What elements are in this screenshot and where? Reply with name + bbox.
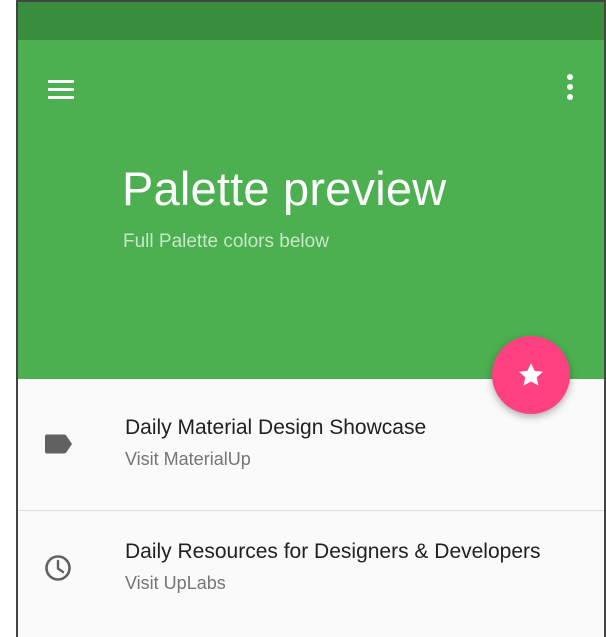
list-item-subtitle: Visit MaterialUp (125, 449, 251, 469)
menu-icon[interactable] (42, 74, 82, 106)
favorite-fab-button[interactable] (492, 336, 570, 414)
star-icon (519, 363, 543, 386)
list-item-title: Daily Material Design Showcase (125, 416, 427, 439)
app-window: Palette preview Full Palette colors belo… (16, 0, 606, 637)
label-icon (45, 434, 72, 454)
app-header: Palette preview Full Palette colors belo… (18, 40, 604, 379)
status-bar (18, 2, 604, 40)
list-item-uplabs[interactable]: Daily Resources for Designers & Develope… (18, 510, 604, 637)
page-subtitle: Full Palette colors below (123, 231, 329, 252)
link-list: Daily Material Design Showcase Visit Mat… (18, 379, 604, 637)
clock-icon (45, 555, 71, 581)
more-vert-icon[interactable] (558, 70, 582, 106)
page-title: Palette preview (122, 162, 447, 215)
list-item-title: Daily Resources for Designers & Develope… (125, 540, 541, 563)
list-item-subtitle: Visit UpLabs (125, 573, 226, 593)
